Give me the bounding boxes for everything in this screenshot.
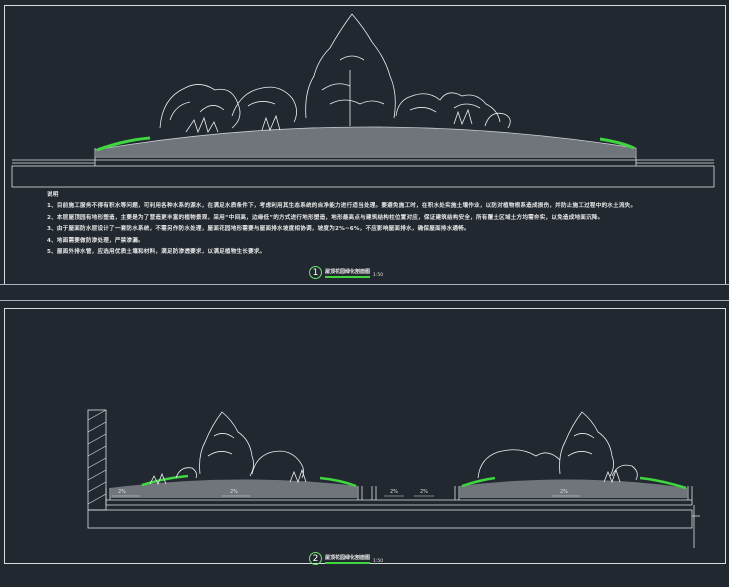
- design-notes: 说明 1、目前施工服务不得有积水等问题，可利用各种水系的源水，在满足水质条件下，…: [47, 190, 687, 258]
- section-number-badge: 2: [309, 552, 322, 565]
- slope-label: 2%: [118, 489, 126, 495]
- section-title-text: 屋顶花园绿化剖面图: [325, 268, 371, 278]
- slope-label: 2%: [230, 489, 238, 495]
- note-item: 4、地面需要做防渗处理，严禁渗漏。: [47, 237, 144, 244]
- note-item: 1、目前施工服务不得有积水等问题，可利用各种水系的源水，在满足水质条件下，考虑利…: [47, 203, 637, 210]
- slope-label: 2%: [390, 489, 398, 495]
- section-2-title: 2 屋顶花园绿化剖面图 1:50: [309, 552, 383, 565]
- slope-label: 2%: [560, 489, 568, 495]
- note-item: 3、由于屋面防水层设计了一套防水系统，不需另作防水处理，屋面花园地形需要与屋面排…: [47, 226, 470, 233]
- slope-label: 2%: [420, 489, 428, 495]
- section-1-drawing: [11, 13, 715, 188]
- section-scale: 1:50: [373, 272, 384, 278]
- note-item: 2、本层屋顶园有地形塑造，主要是为了营造更丰富的植物景观，采用“中间高，边缘低”…: [47, 214, 604, 221]
- notes-heading: 说明: [47, 192, 59, 198]
- section-1-title: 1 屋顶花园绿化剖面图 1:50: [309, 266, 383, 279]
- note-item: 5、屋面外排水管，应选用优质土壤和材料，满足防渗透要求，以满足植物生长要求。: [47, 249, 266, 256]
- section-scale: 1:50: [373, 558, 384, 564]
- section-number-badge: 1: [309, 266, 322, 279]
- section-drawings: [11, 13, 715, 548]
- section-2-drawing: [87, 409, 700, 548]
- section-title-text: 屋顶花园绿化剖面图: [325, 554, 371, 564]
